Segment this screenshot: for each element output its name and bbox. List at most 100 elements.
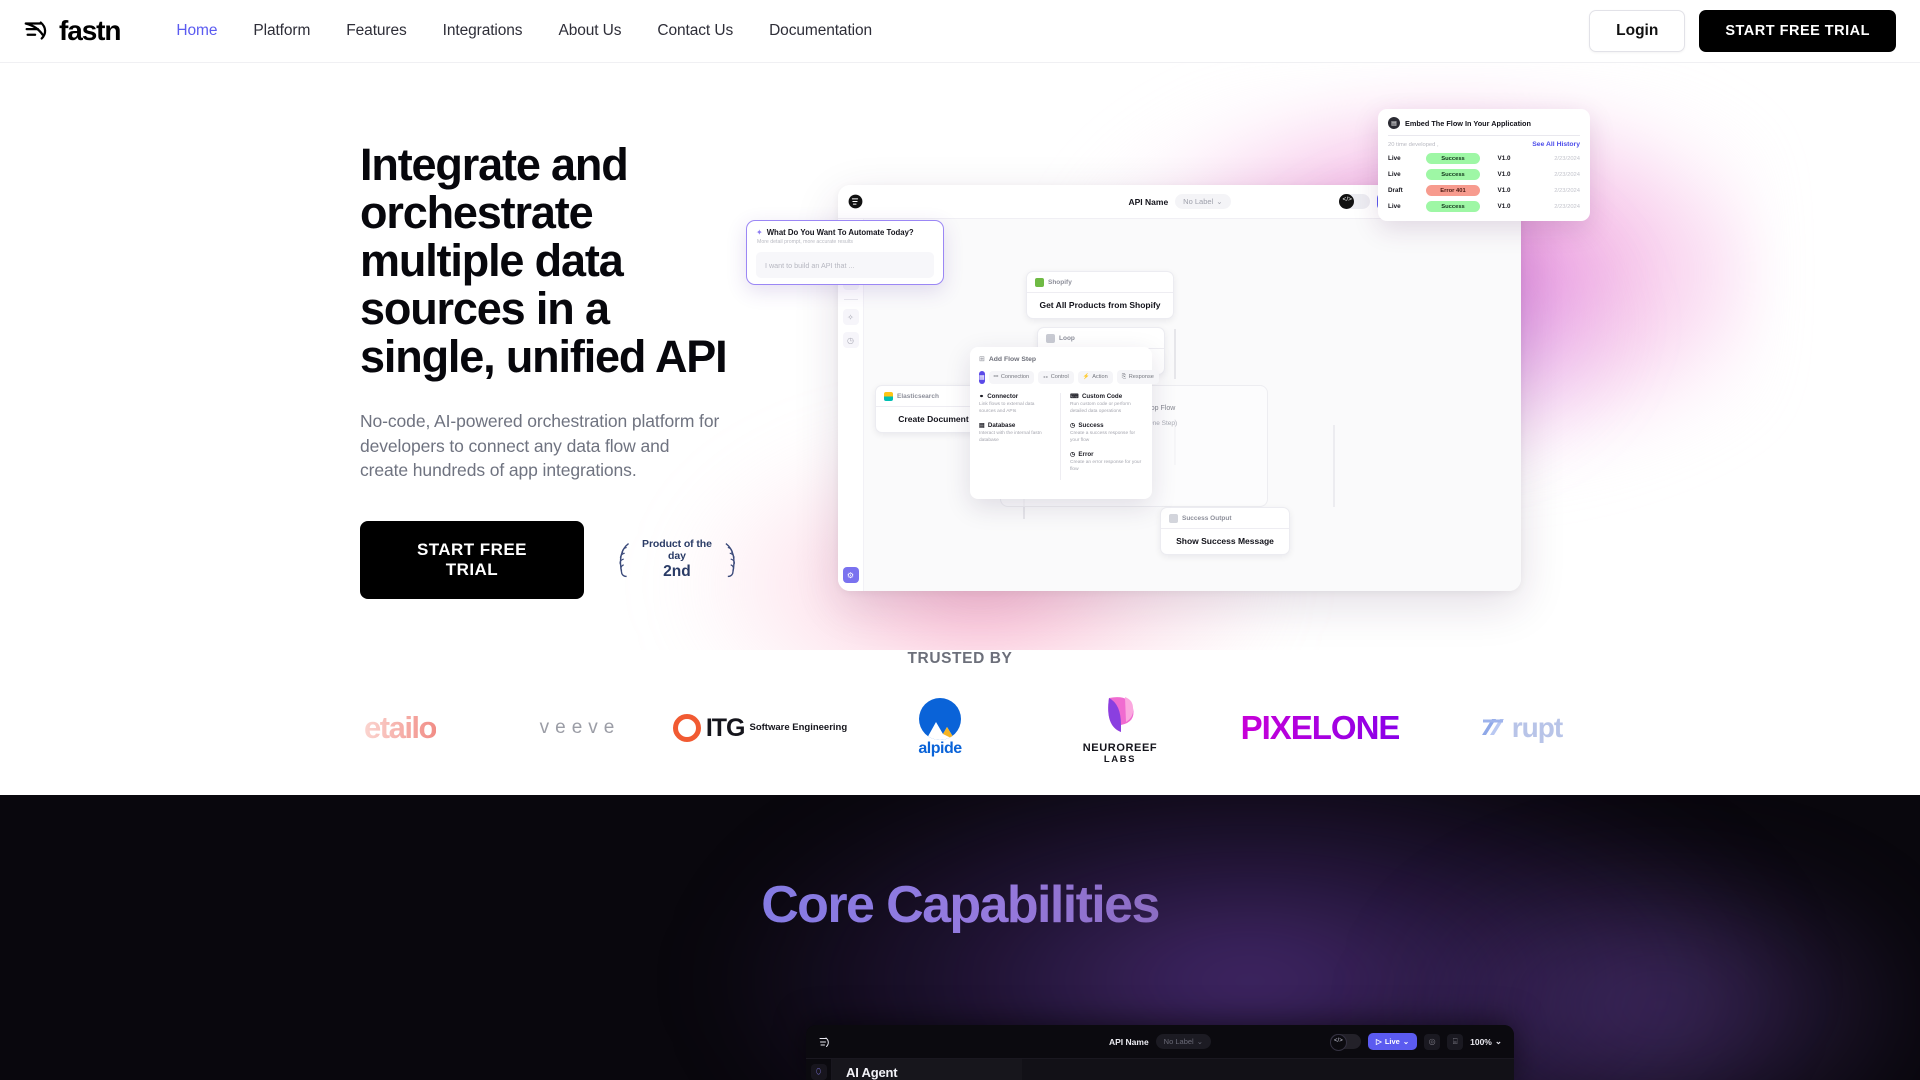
table-row[interactable]: Draft Error 401 V1.0 2/23/2024 [1388, 185, 1580, 196]
start-free-trial-hero-button[interactable]: START FREE TRIAL [360, 520, 584, 599]
login-button[interactable]: Login [1589, 10, 1686, 52]
add-flow-step-header: ⊞ Add Flow Step [979, 355, 1143, 364]
start-free-trial-nav-button[interactable]: START FREE TRIAL [1699, 10, 1896, 52]
dark-mockup-body: ⬯ AI Agent [806, 1059, 1514, 1080]
table-row[interactable]: Live Success V1.0 2/23/2024 [1388, 201, 1580, 212]
dark-flow-canvas[interactable] [1022, 1059, 1514, 1080]
connector-icon: ⚭ [979, 393, 985, 400]
code-toggle-icon: </> [1334, 1037, 1343, 1044]
code-toggle-switch[interactable]: </> [1339, 194, 1371, 209]
live-mode-chip-dark[interactable]: ▷ Live ⌄ [1368, 1033, 1418, 1050]
tab-action[interactable]: ⚡ Action [1077, 370, 1113, 384]
node-source: Loop [1059, 335, 1075, 342]
node-header: Loop [1038, 328, 1164, 349]
table-row[interactable]: Live Success V1.0 2/23/2024 [1388, 169, 1580, 180]
response-icon: ⎘ [1121, 373, 1127, 380]
mockup-toolbar-center: API Name No Label ⌄ [1128, 194, 1231, 209]
hero-title: Integrate and orchestrate multiple data … [360, 139, 728, 382]
ai-prompt-card[interactable]: ✦ What Do You Want To Automate Today? Mo… [746, 220, 944, 285]
label-select[interactable]: No Label ⌄ [1175, 194, 1231, 209]
alpide-logo-mark: alpide [918, 698, 962, 758]
option-success[interactable]: ◷ Success Create a success response for … [1070, 422, 1143, 444]
action-icon: ⚡ [1082, 374, 1090, 380]
nav-link-integrations[interactable]: Integrations [443, 22, 523, 40]
dark-mockup-toolbar: API Name No Label ⌄ </> ▷ Live ⌄ ◎ ⌸ 100… [806, 1025, 1514, 1059]
bookmark-icon-dark[interactable]: ⌸ [1447, 1033, 1464, 1050]
logo-alpide: alpide [850, 698, 1030, 758]
water-drop-icon-dark[interactable]: ⬯ [810, 1064, 827, 1080]
hero-subtitle: No-code, AI-powered orchestration platfo… [360, 411, 720, 480]
pixelone-logo-text: PIXELONE [1240, 709, 1401, 746]
node-source: Elasticsearch [897, 393, 939, 400]
logo-rupt: rupt [1430, 698, 1610, 758]
table-row[interactable]: Live Success V1.0 2/23/2024 [1388, 153, 1580, 164]
status-badge: Success [1426, 153, 1480, 164]
option-name-row: ◷ Error [1070, 451, 1143, 458]
add-flow-step-card: ⊞ Add Flow Step ▦ ⚯ Connection ⚏ Control ⚡… [970, 347, 1159, 499]
tab-response[interactable]: ⎘ Response [1116, 370, 1159, 384]
flow-canvas[interactable]: Shopify Get All Products from Shopify Lo… [864, 219, 1521, 591]
neuroreef-logo-text: NEUROREEF [1082, 741, 1158, 754]
flow-node-shopify[interactable]: Shopify Get All Products from Shopify [1026, 271, 1174, 319]
alpide-logo-text: alpide [918, 740, 962, 757]
itg-logo-text: ITG [705, 713, 746, 742]
play-icon: ▷ [1376, 1037, 1382, 1046]
neuroreef-logo-sub: LABS [1103, 753, 1137, 765]
api-name-label-dark: API Name [1108, 1036, 1149, 1047]
nav-link-contact-us[interactable]: Contact Us [657, 22, 733, 40]
row-state: Live [1388, 203, 1401, 210]
option-connector[interactable]: ⚭ Connector Link flows to external data … [979, 393, 1052, 415]
nav-link-about-us[interactable]: About Us [558, 22, 621, 40]
option-desc: Run custom code or perform detailed data… [1070, 402, 1131, 414]
neuroreef-shape-icon [1108, 696, 1134, 732]
logo-veeve: veeve [490, 698, 670, 758]
brand-name: fastn [59, 15, 122, 46]
tab-control[interactable]: ⚏ Control [1038, 370, 1074, 384]
zoom-level-dark[interactable]: 100% ⌄ [1470, 1036, 1502, 1047]
tab-all[interactable]: ▦ [979, 370, 985, 384]
eye-icon-dark[interactable]: ◎ [1424, 1033, 1441, 1050]
label-select-dark[interactable]: No Label ⌄ [1155, 1034, 1212, 1049]
flow-node-success-output[interactable]: Success Output Show Success Message [1160, 507, 1290, 555]
nav-link-platform[interactable]: Platform [253, 22, 310, 40]
embed-history-card: ▤ Embed The Flow In Your Application 20 … [1378, 109, 1590, 221]
tab-connection[interactable]: ⚯ Connection [988, 370, 1035, 384]
award-caption: Product of the day [642, 538, 712, 562]
sparkle-icon: ✦ [756, 228, 763, 237]
logo-etailo: etailo [310, 698, 490, 758]
prompt-header: ✦ What Do You Want To Automate Today? [756, 228, 934, 237]
option-name: Connector [987, 393, 1019, 400]
prompt-input[interactable]: I want to build an API that ... [756, 252, 934, 278]
row-state: Draft [1388, 187, 1403, 194]
option-custom-code[interactable]: ⌨ Custom Code Run custom code or perform… [1070, 393, 1143, 415]
nav-link-documentation[interactable]: Documentation [769, 22, 872, 40]
alpide-mountain-icon [918, 698, 961, 740]
node-title: Get All Products from Shopify [1039, 300, 1161, 310]
elasticsearch-icon [884, 392, 893, 401]
history-clock-icon[interactable]: ◷ [842, 332, 859, 348]
option-desc: Interact with the internal fastn databas… [979, 431, 1042, 443]
shopify-icon [1035, 278, 1044, 287]
ai-agent-panel[interactable]: AI Agent [832, 1059, 1022, 1080]
laurel-wreath-icon-right [725, 542, 735, 577]
history-meta: 20 time developed , [1388, 141, 1439, 148]
hero-copy: Integrate and orchestrate multiple data … [360, 141, 738, 599]
see-all-history-link[interactable]: See All History [1532, 141, 1580, 148]
magic-wand-icon[interactable]: ✧ [842, 309, 859, 325]
nav-link-features[interactable]: Features [346, 22, 406, 40]
fastn-logo-icon [24, 21, 47, 40]
code-toggle-icon: </> [1342, 196, 1352, 203]
chevron-down-icon: ⌄ [1216, 197, 1223, 206]
nav-link-home[interactable]: Home [176, 22, 217, 40]
brand-logo[interactable]: fastn [22, 15, 122, 46]
option-database[interactable]: ▤ Database Interact with the internal fa… [979, 422, 1052, 444]
ai-agent-title: AI Agent [846, 1064, 898, 1080]
trusted-logos: etailo veeve ITG Software Engineering al… [0, 696, 1920, 765]
history-subheader: 20 time developed , See All History [1388, 141, 1580, 148]
option-name-row: ◷ Success [1070, 422, 1143, 429]
rupt-shape-icon [1481, 719, 1504, 735]
option-error[interactable]: ◷ Error Create an error response for you… [1070, 451, 1143, 473]
database-icon: ▤ [979, 422, 985, 429]
settings-gear-icon[interactable]: ⚙ [842, 567, 859, 583]
code-toggle-switch-dark[interactable]: </> [1330, 1034, 1362, 1051]
